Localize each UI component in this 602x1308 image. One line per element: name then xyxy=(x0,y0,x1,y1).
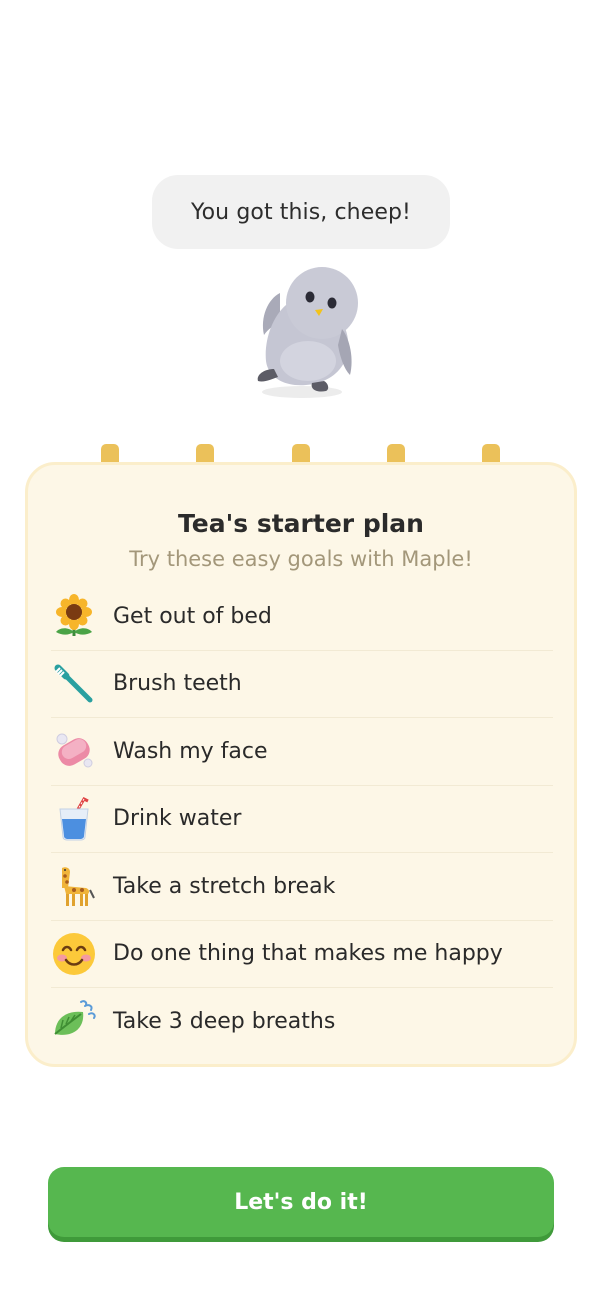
goal-label: Do one thing that makes me happy xyxy=(113,941,503,967)
lets-do-it-button[interactable]: Let's do it! xyxy=(48,1167,554,1237)
water-cup-icon xyxy=(51,796,97,842)
sunflower-icon xyxy=(51,593,97,639)
goal-item: Get out of bed xyxy=(51,583,553,651)
goal-list: Get out of bed Brush teeth Wash my face … xyxy=(51,583,553,1056)
speech-bubble: You got this, cheep! xyxy=(152,175,450,249)
goal-label: Drink water xyxy=(113,806,242,832)
plan-subtitle: Try these easy goals with Maple! xyxy=(129,547,473,571)
goal-label: Brush teeth xyxy=(113,671,242,697)
starter-plan-card: Tea's starter plan Try these easy goals … xyxy=(25,462,577,1067)
goal-label: Take 3 deep breaths xyxy=(113,1009,336,1035)
goal-item: Drink water xyxy=(51,786,553,853)
goal-label: Get out of bed xyxy=(113,603,272,629)
goal-item: Wash my face xyxy=(51,718,553,786)
speech-text: You got this, cheep! xyxy=(191,199,411,225)
goal-item: Do one thing that makes me happy xyxy=(51,921,553,988)
goal-item: Take 3 deep breaths xyxy=(51,988,553,1056)
smiling-face-icon xyxy=(51,931,97,977)
goal-item: Take a stretch break xyxy=(51,853,553,921)
cta-label: Let's do it! xyxy=(234,1189,368,1215)
toothbrush-icon xyxy=(51,661,97,707)
bird-mascot-icon xyxy=(257,267,358,398)
goal-label: Wash my face xyxy=(113,738,268,764)
soap-icon xyxy=(51,728,97,774)
giraffe-icon xyxy=(51,863,97,909)
leaf-breeze-icon xyxy=(51,999,97,1045)
onboarding-screen: You got this, cheep! Tea's starter plan … xyxy=(0,0,602,1308)
goal-label: Take a stretch break xyxy=(113,873,336,899)
goal-item: Brush teeth xyxy=(51,651,553,718)
plan-title: Tea's starter plan xyxy=(178,509,424,538)
